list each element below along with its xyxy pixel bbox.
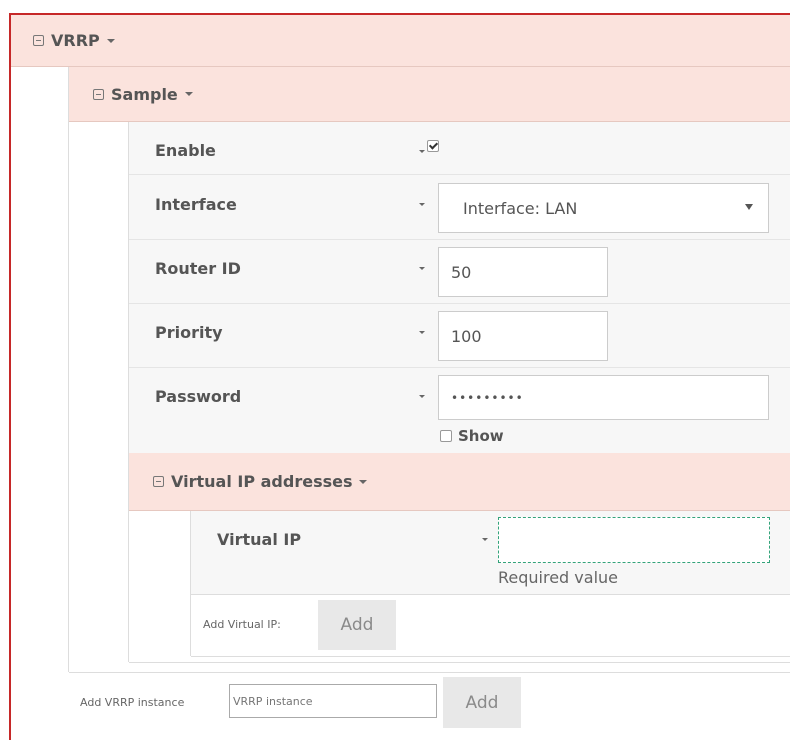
add-vrrp-instance-button[interactable]: Add [443, 677, 521, 728]
chevron-down-icon[interactable] [359, 479, 368, 484]
virtual-ip-error: Required value [498, 568, 618, 587]
collapse-icon[interactable] [153, 476, 164, 487]
default-marker-icon [482, 538, 488, 541]
default-marker-icon [419, 203, 425, 206]
priority-input-value: 100 [451, 326, 482, 346]
vrrp-instance-name-input[interactable] [229, 684, 437, 718]
divider [191, 594, 790, 595]
divider [69, 672, 790, 673]
interface-select[interactable]: Interface: LAN [438, 183, 769, 233]
priority-input[interactable]: 100 [438, 311, 608, 361]
default-marker-icon [419, 267, 425, 270]
collapse-icon[interactable] [33, 35, 44, 46]
password-label: Password [155, 387, 242, 406]
collapse-icon[interactable] [93, 88, 104, 100]
priority-label: Priority [155, 323, 223, 342]
virtual-ip-section-title: Virtual IP addresses [171, 472, 353, 491]
dropdown-arrow-icon[interactable] [745, 204, 753, 210]
password-input[interactable]: ••••••••• [438, 375, 769, 420]
vrrp-section-title: VRRP [51, 31, 100, 50]
show-password-label: Show [458, 427, 504, 445]
sample-section-header[interactable]: Sample [69, 67, 790, 122]
enable-row [129, 122, 790, 175]
default-marker-icon [419, 150, 425, 153]
chevron-down-icon[interactable] [106, 38, 115, 43]
enable-checkbox[interactable] [427, 140, 439, 152]
add-virtual-ip-label: Add Virtual IP: [203, 618, 281, 631]
router-id-input[interactable]: 50 [438, 247, 608, 297]
password-input-value: ••••••••• [451, 390, 524, 405]
router-id-label: Router ID [155, 259, 241, 278]
show-password-checkbox[interactable] [440, 430, 452, 442]
enable-label: Enable [155, 141, 216, 160]
router-id-input-value: 50 [451, 262, 472, 282]
virtual-ip-section-header[interactable]: Virtual IP addresses [129, 453, 790, 511]
divider [129, 662, 790, 663]
virtual-ip-label: Virtual IP [217, 530, 302, 549]
vrrp-section-header[interactable]: VRRP [11, 15, 790, 67]
virtual-ip-input[interactable] [498, 517, 770, 563]
interface-select-value: Interface: LAN [463, 198, 578, 218]
add-vrrp-instance-label: Add VRRP instance [80, 696, 185, 709]
interface-label: Interface [155, 195, 237, 214]
sample-section-title: Sample [111, 84, 178, 104]
chevron-down-icon[interactable] [184, 92, 193, 96]
default-marker-icon [419, 395, 425, 398]
add-virtual-ip-button[interactable]: Add [318, 600, 396, 650]
default-marker-icon [419, 331, 425, 334]
divider [191, 656, 790, 657]
nest-guide-line [68, 67, 69, 672]
